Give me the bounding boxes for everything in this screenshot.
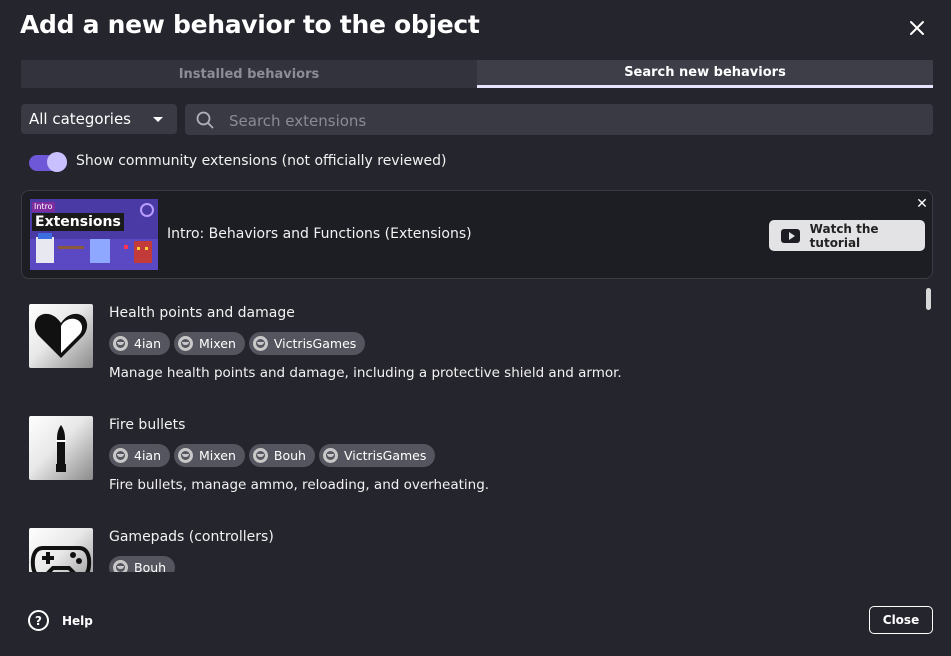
avatar-icon <box>113 448 128 463</box>
author-chip[interactable]: Mixen <box>174 332 245 355</box>
close-button[interactable]: Close <box>869 606 933 634</box>
close-icon[interactable] <box>906 17 928 39</box>
author-chip[interactable]: Bouh <box>248 444 315 467</box>
heart-icon <box>29 304 93 368</box>
watch-tutorial-button[interactable]: Watch the tutorial <box>769 220 925 251</box>
community-extensions-label: Show community extensions (not officiall… <box>76 153 447 169</box>
bullet-icon <box>29 416 93 480</box>
avatar-icon <box>252 448 268 463</box>
author-name: VictrisGames <box>343 448 427 463</box>
author-name: 4ian <box>134 448 162 463</box>
author-name: Mixen <box>199 336 236 351</box>
youtube-icon <box>781 228 800 243</box>
avatar-icon <box>113 560 128 572</box>
help-icon: ? <box>28 610 49 631</box>
community-extensions-toggle[interactable] <box>29 152 67 172</box>
chevron-down-icon <box>153 117 163 122</box>
extension-name: Gamepads (controllers) <box>109 529 274 545</box>
author-chip[interactable]: VictrisGames <box>318 444 436 467</box>
dialog-title: Add a new behavior to the object <box>20 10 480 39</box>
avatar-icon <box>113 336 128 351</box>
tutorial-title: Intro: Behaviors and Functions (Extensio… <box>167 226 472 242</box>
search-icon <box>196 111 214 129</box>
author-chip[interactable]: 4ian <box>109 332 171 355</box>
tab-bar: Installed behaviors Search new behaviors <box>21 60 933 88</box>
avatar-icon <box>178 336 194 351</box>
category-select[interactable]: All categories <box>21 104 177 134</box>
thumbnail-intro-tag: Intro <box>32 202 55 212</box>
help-button[interactable]: ? Help <box>28 610 93 631</box>
search-input[interactable] <box>227 104 921 137</box>
extension-name: Health points and damage <box>109 305 295 321</box>
search-box[interactable] <box>185 104 933 137</box>
tab-search-new-behaviors[interactable]: Search new behaviors <box>477 60 933 88</box>
tutorial-thumbnail[interactable]: Intro Extensions <box>30 199 158 270</box>
banner-close-icon[interactable]: ✕ <box>915 197 929 211</box>
author-name: Bouh <box>273 448 306 463</box>
tutorial-banner: Intro Extensions Intro: Behaviors and Fu… <box>21 190 933 279</box>
author-name: VictrisGames <box>273 336 357 351</box>
help-label: Help <box>62 613 93 628</box>
author-name: Mixen <box>199 448 236 463</box>
extension-name: Fire bullets <box>109 417 186 433</box>
list-scrollbar[interactable] <box>926 288 931 310</box>
tab-installed-behaviors[interactable]: Installed behaviors <box>21 60 477 88</box>
author-chip[interactable]: 4ian <box>109 444 171 467</box>
author-name: Bouh <box>134 560 167 572</box>
list-item[interactable]: Gamepads (controllers) Bouh <box>21 514 911 572</box>
watch-tutorial-label: Watch the tutorial <box>809 221 879 250</box>
author-chip[interactable]: VictrisGames <box>248 332 366 355</box>
author-chip[interactable]: Mixen <box>174 444 245 467</box>
avatar-icon <box>252 336 268 351</box>
extension-list: Health points and damage 4ian Mixen Vict… <box>21 290 933 572</box>
gdevelop-logo-icon <box>140 203 154 217</box>
category-select-value: All categories <box>29 110 131 128</box>
list-item[interactable]: Health points and damage 4ian Mixen Vict… <box>21 290 911 390</box>
extension-description: Fire bullets, manage ammo, reloading, an… <box>109 477 490 493</box>
author-chip[interactable]: Bouh <box>109 556 176 572</box>
thumbnail-title: Extensions <box>32 213 124 231</box>
list-item[interactable]: Fire bullets 4ian Mixen Bouh VictrisGame… <box>21 402 911 502</box>
avatar-icon <box>178 448 194 463</box>
avatar-icon <box>322 448 338 463</box>
gamepad-icon <box>29 528 93 572</box>
extension-description: Manage health points and damage, includi… <box>109 365 622 381</box>
author-name: 4ian <box>134 336 162 351</box>
